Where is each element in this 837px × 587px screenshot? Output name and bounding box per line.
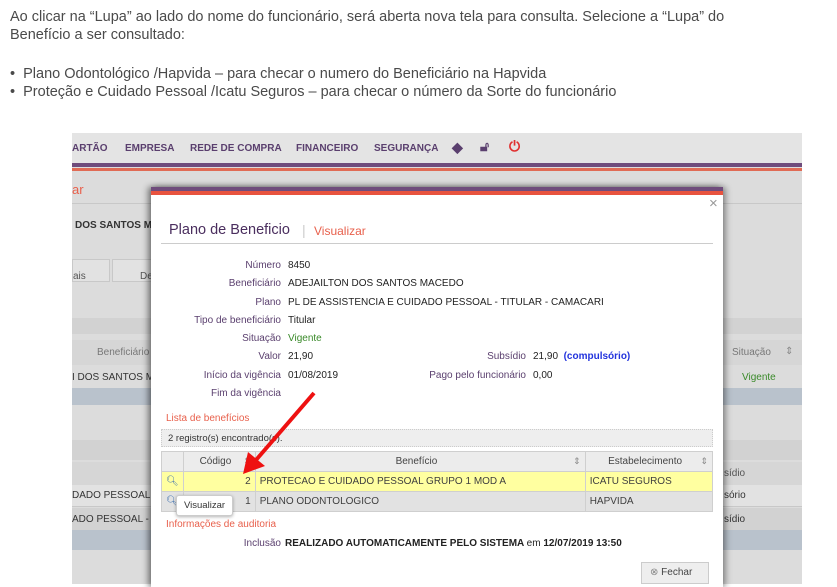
red-arrow-annotation (243, 391, 316, 474)
arrow-shaft (254, 391, 316, 462)
